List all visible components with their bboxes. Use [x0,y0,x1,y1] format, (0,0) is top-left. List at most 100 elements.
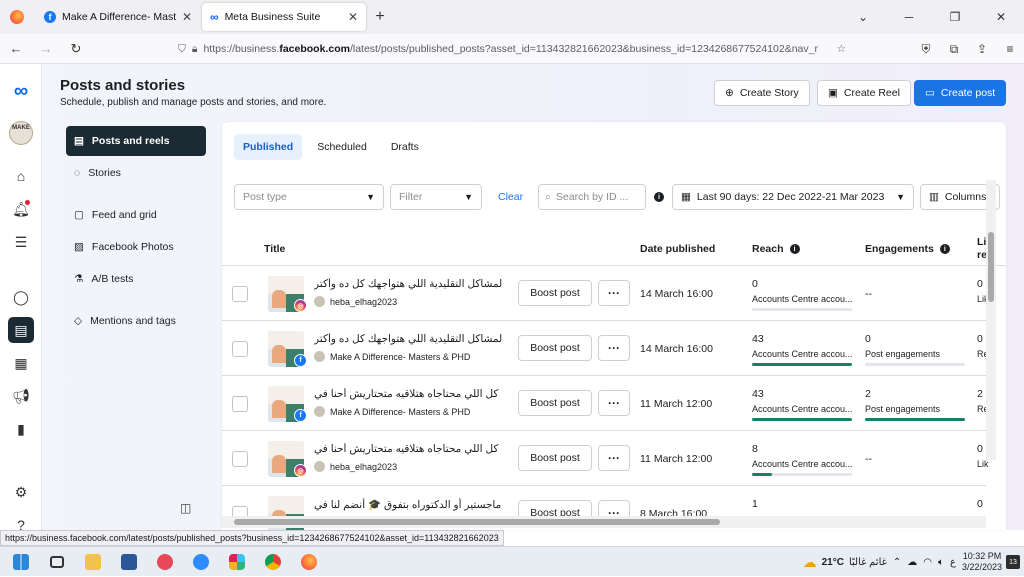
create-story-button[interactable]: ⊕ Create Story [714,80,810,106]
tab-scheduled[interactable]: Scheduled [308,134,376,160]
more-options-icon[interactable]: ··· [598,445,630,471]
chrome-icon[interactable] [258,549,288,575]
boost-post-button[interactable]: Boost post [518,445,592,471]
tab-list-chevron-icon[interactable]: ⌄ [840,10,886,24]
browser-tab-meta-business-suite[interactable]: ∞ Meta Business Suite ✕ [202,3,366,31]
tab-drafts[interactable]: Drafts [382,134,428,160]
create-post-button[interactable]: ▭ Create post [914,80,1007,106]
nav-mentions-and-tags[interactable]: ◇ Mentions and tags [66,306,206,336]
row-checkbox[interactable] [232,451,248,467]
planner-calendar-icon[interactable]: ▦ [8,350,34,376]
business-avatar[interactable]: MAKE [8,120,34,146]
input-language[interactable]: ع [950,557,956,568]
close-icon[interactable]: ✕ [182,10,192,24]
table-row[interactable]: ◎ كل اللي محتاجاه هتلاقيه متحتاريش أحنا ف… [222,431,989,486]
row-checkbox[interactable] [232,396,248,412]
weather-widget[interactable]: ☁ 21°C غائم غالبًا [803,554,887,571]
inbox-chat-icon[interactable]: ◯ [8,284,34,310]
instagram-icon: ◎ [294,464,307,477]
filter-dropdown[interactable]: Filter ▼ [390,184,482,210]
nav-posts-and-reels[interactable]: ▤ Posts and reels [66,126,206,156]
clear-filters-link[interactable]: Clear [498,191,523,203]
cloud-icon[interactable]: ☁ [907,557,917,568]
table-row[interactable]: ◎ لمشاكل التقليدية اللي هتواجهك كل ده وأك… [222,266,989,321]
home-icon[interactable]: ⌂ [8,163,34,189]
scroll-thumb[interactable] [988,232,994,302]
ads-megaphone-icon[interactable]: 📢︎ [8,383,34,409]
back-icon[interactable]: ← [2,41,30,56]
task-view-icon[interactable] [42,549,72,575]
url-bar[interactable]: ⛉ 🔒︎ https://business.facebook.com/lates… [172,37,852,61]
tab-published[interactable]: Published [234,134,303,160]
minimize-icon[interactable]: ─ [886,10,932,24]
info-icon[interactable]: i [789,244,800,254]
clock[interactable]: 10:32 PM 3/22/2023 [962,551,1002,573]
zoom-icon[interactable] [186,549,216,575]
more-options-icon[interactable]: ··· [598,280,630,306]
nav-facebook-photos[interactable]: ▨ Facebook Photos [66,232,206,262]
col-engagements[interactable]: Engagements i [865,243,950,255]
more-options-icon[interactable]: ··· [598,390,630,416]
col-date-published[interactable]: Date published [640,243,715,255]
row-checkbox[interactable] [232,286,248,302]
start-windows-icon[interactable] [6,549,36,575]
boost-post-button[interactable]: Boost post [518,390,592,416]
settings-gear-icon[interactable]: ⚙ [8,479,34,505]
lock-icon[interactable]: 🔒︎ [192,43,198,56]
create-reel-button[interactable]: ▣ Create Reel [817,80,911,106]
vertical-scrollbar[interactable] [986,180,996,460]
nav-ab-tests[interactable]: ⚗ A/B tests [66,264,206,294]
restore-icon[interactable]: ❐ [932,10,978,24]
post-type-dropdown[interactable]: Post type ▼ [234,184,384,210]
info-icon[interactable]: i [939,244,950,254]
show-hidden-icons-chevron-icon[interactable]: ⌃ [893,557,901,568]
scroll-thumb[interactable] [234,519,720,525]
table-row[interactable]: f كل اللي محتاجاه هتلاقيه متحتاريش أحنا ف… [222,376,989,431]
close-icon[interactable]: ✕ [348,10,358,24]
post-caption[interactable]: كل اللي محتاجاه هتلاقيه متحتاريش أحنا في [314,443,512,455]
reload-icon[interactable]: ↻ [62,41,90,57]
notifications-bell-icon[interactable]: 🔔︎ [8,196,34,222]
firefox-icon[interactable] [0,0,34,34]
posts-content-icon[interactable]: ▤ [8,317,34,343]
row-checkbox[interactable] [232,341,248,357]
table-row[interactable]: f لمشاكل التقليدية اللي هتواجهك كل ده وأك… [222,321,989,376]
browser-tab-make-a-difference[interactable]: f Make A Difference- Masters & P ✕ [36,3,200,31]
date-range-picker[interactable]: ▦ Last 90 days: 22 Dec 2022-21 Mar 2023 ▼ [672,184,914,210]
volume-icon[interactable]: 🔈︎ [938,557,944,568]
insights-chart-icon[interactable]: ▮ [8,416,34,442]
pocket-icon[interactable]: ⛨ [916,42,936,57]
nav-stories[interactable]: ◌ Stories [66,158,206,188]
search-input[interactable]: ⌕ Search by ID ... [538,184,646,210]
boost-post-button[interactable]: Boost post [518,335,592,361]
new-tab-button[interactable]: + [366,8,394,26]
menu-icon[interactable]: ≡ [1000,42,1020,56]
collapse-sidebar-icon[interactable]: ◫ [180,501,191,515]
horizontal-scrollbar[interactable] [222,516,986,528]
post-caption[interactable]: لمشاكل التقليدية اللي هتواجهك كل ده وأكت… [314,333,512,345]
shield-icon[interactable]: ⛉ [178,43,186,56]
close-window-icon[interactable]: ✕ [978,10,1024,24]
post-caption[interactable]: ماجستير أو الدكتوراه بتفوق 🎓 أنضم لنا في [314,498,512,511]
extensions-icon[interactable]: ⧉ [944,42,964,57]
post-caption[interactable]: لمشاكل التقليدية اللي هتواجهك كل ده وأكت… [314,278,512,290]
boost-post-button[interactable]: Boost post [518,280,592,306]
nav-feed-and-grid[interactable]: ▢ Feed and grid [66,200,206,230]
notification-center-badge[interactable]: 13 [1006,555,1020,569]
forward-icon[interactable]: → [32,41,60,56]
file-explorer-icon[interactable] [78,549,108,575]
more-options-icon[interactable]: ··· [598,335,630,361]
col-reach[interactable]: Reach i [752,243,800,255]
meta-logo-icon[interactable]: ∞ [8,78,34,104]
slack-icon[interactable] [222,549,252,575]
post-caption[interactable]: كل اللي محتاجاه هتلاقيه متحتاريش أحنا في [314,388,512,400]
bookmark-star-icon[interactable]: ☆ [837,43,846,55]
word-icon[interactable] [114,549,144,575]
all-tools-menu-icon[interactable]: ☰ [8,229,34,255]
wifi-icon[interactable]: ◠ [923,557,932,568]
paint-app-icon[interactable] [150,549,180,575]
share-icon[interactable]: ⇪ [972,42,992,56]
col-title[interactable]: Title [264,243,285,255]
info-icon[interactable]: i [654,192,664,202]
firefox-taskbar-icon[interactable] [294,549,324,575]
